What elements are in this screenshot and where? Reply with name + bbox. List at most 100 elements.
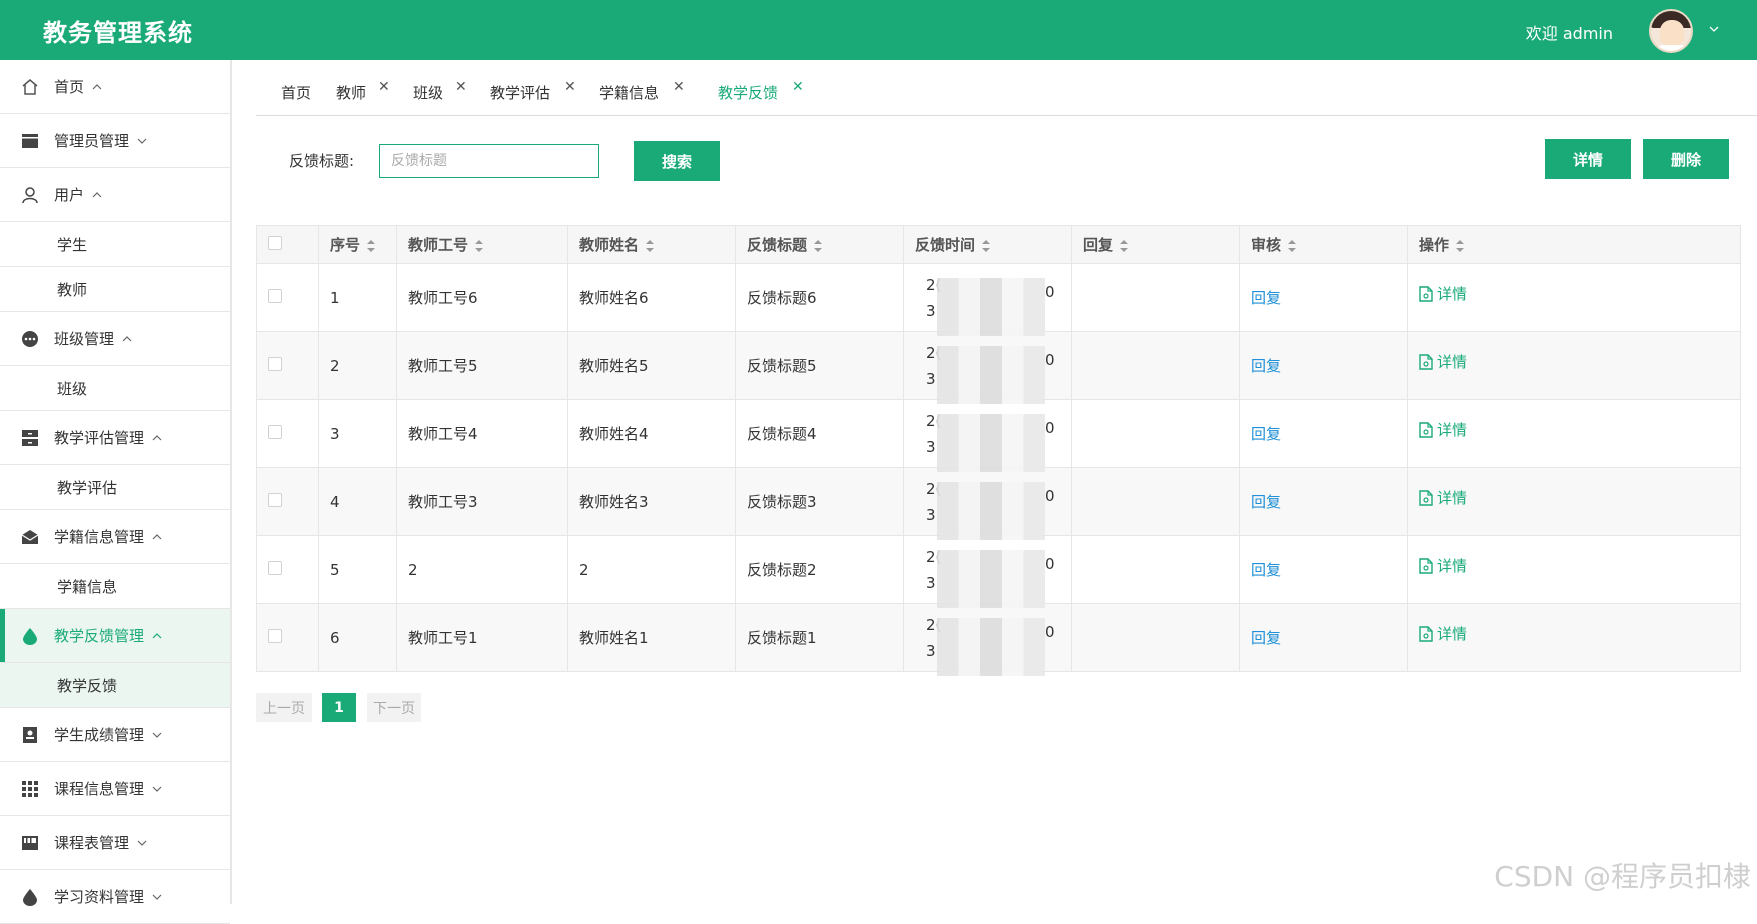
reply-link[interactable]: 回复 [1251,493,1281,511]
row-checkbox[interactable] [268,288,282,303]
sidebar-subitem-enrollment[interactable]: 学籍信息 [0,564,230,609]
search-label: 反馈标题: [289,152,355,170]
sidebar-item-label: 管理员管理 [54,132,130,150]
sidebar-subitem-class[interactable]: 班级 [0,366,230,411]
sort-icon[interactable] [1455,239,1465,253]
table-row[interactable]: 2 教师工号5 教师姓名5 反馈标题5 2(3 0 回复 详情 [256,331,1741,404]
table-row[interactable]: 5 2 2 反馈标题2 2(3 0 回复 详情 [256,535,1741,608]
sidebar-item-schedule[interactable]: 课程表管理 [0,816,230,870]
detail-link[interactable]: 详情 [1419,351,1467,372]
column-header[interactable]: 教师姓名 [567,225,736,264]
close-icon[interactable]: ✕ [792,79,804,95]
cell-operation: 详情 [1407,399,1741,468]
row-checkbox[interactable] [268,560,282,575]
sidebar-subitem-student[interactable]: 学生 [0,222,230,267]
prev-page-button[interactable]: 上一页 [256,693,312,722]
sort-icon[interactable] [813,239,823,253]
sort-icon[interactable] [1119,239,1129,253]
grid-icon [20,779,40,799]
table-row[interactable]: 1 教师工号6 教师姓名6 反馈标题6 2(3 0 回复 详情 [256,263,1741,336]
column-header[interactable]: 反馈时间 [903,225,1072,264]
tab-feedback[interactable]: 教学反馈 ✕ [718,79,804,104]
search-button[interactable]: 搜索 [634,141,720,181]
tab-class[interactable]: 班级 ✕ [413,79,467,104]
user-avatar[interactable] [1649,9,1693,53]
detail-link[interactable]: 详情 [1419,623,1467,644]
column-header[interactable]: 教师工号 [396,225,568,264]
sidebar-item-evaluation[interactable]: 教学评估管理 [0,411,230,465]
tab-evaluation[interactable]: 教学评估 ✕ [490,79,576,104]
sidebar-item-materials[interactable]: 学习资料管理 [0,870,230,924]
cell-title: 反馈标题3 [735,467,904,536]
sort-icon[interactable] [474,239,484,253]
cell-teacher-name: 教师姓名6 [567,263,736,332]
sort-icon[interactable] [1287,239,1297,253]
sort-icon[interactable] [981,239,991,253]
close-icon[interactable]: ✕ [455,79,467,95]
close-icon[interactable]: ✕ [673,79,685,95]
table-row[interactable]: 4 教师工号3 教师姓名3 反馈标题3 2(3 0 回复 详情 [256,467,1741,540]
column-header[interactable]: 反馈标题 [735,225,904,264]
sort-icon[interactable] [645,239,655,253]
reply-link[interactable]: 回复 [1251,289,1281,307]
reply-link[interactable]: 回复 [1251,357,1281,375]
detail-link[interactable]: 详情 [1419,283,1467,304]
cell-reply [1071,603,1240,672]
column-header[interactable]: 序号 [318,225,397,264]
sidebar-item-user[interactable]: 用户 [0,168,230,222]
search-input[interactable] [379,144,599,178]
cell-time: 2(3 0 [903,263,1072,336]
sidebar-item-label: 学籍信息管理 [54,528,145,546]
cell-audit: 回复 [1239,331,1408,400]
cell-time: 2(3 0 [903,603,1072,676]
next-page-button[interactable]: 下一页 [367,693,421,722]
reply-link[interactable]: 回复 [1251,629,1281,647]
redacted-mask [937,617,1045,676]
page-1-button[interactable]: 1 [322,693,356,722]
tab-teacher[interactable]: 教师 ✕ [336,79,390,104]
row-checkbox[interactable] [268,492,282,507]
delete-button[interactable]: 删除 [1643,139,1729,179]
cell-reply [1071,331,1240,400]
sidebar-item-enrollment[interactable]: 学籍信息管理 [0,510,230,564]
select-all-checkbox[interactable] [268,235,282,250]
tab-home[interactable]: 首页 [281,82,311,104]
chevron-down-icon[interactable] [1709,24,1719,34]
detail-link[interactable]: 详情 [1419,487,1467,508]
sidebar-item-feedback[interactable]: 教学反馈管理 [0,609,230,663]
sidebar-item-admin[interactable]: 管理员管理 [0,114,230,168]
admin-card-icon [20,131,40,151]
close-icon[interactable]: ✕ [378,79,390,95]
reply-link[interactable]: 回复 [1251,425,1281,443]
tab-enrollment[interactable]: 学籍信息 ✕ [599,79,685,104]
sidebar-item-courses[interactable]: 课程信息管理 [0,762,230,816]
row-select-cell [256,467,319,536]
time-part: 3 [926,301,936,320]
sort-icon[interactable] [366,239,376,253]
sidebar-subitem-teacher[interactable]: 教师 [0,267,230,312]
column-header[interactable]: 审核 [1239,225,1408,264]
time-part: 0 [1045,350,1055,369]
sidebar-item-class[interactable]: 班级管理 [0,312,230,366]
cell-reply [1071,535,1240,604]
detail-button[interactable]: 详情 [1545,139,1631,179]
close-icon[interactable]: ✕ [564,79,576,95]
column-header[interactable]: 回复 [1071,225,1240,264]
sidebar-subitem-evaluation[interactable]: 教学评估 [0,465,230,510]
sidebar-item-grades[interactable]: 学生成绩管理 [0,708,230,762]
sidebar: 首页 管理员管理 用户 学生 教师 班级管理 班级 教学评估管理 教学评估 学籍… [0,60,232,924]
cell-teacher-id: 教师工号1 [396,603,568,672]
detail-link[interactable]: 详情 [1419,419,1467,440]
table-row[interactable]: 6 教师工号1 教师姓名1 反馈标题1 2(3 0 回复 详情 [256,603,1741,676]
sidebar-item-home[interactable]: 首页 [0,60,230,114]
row-checkbox[interactable] [268,356,282,371]
cell-teacher-id: 2 [396,535,568,604]
table-row[interactable]: 3 教师工号4 教师姓名4 反馈标题4 2(3 0 回复 详情 [256,399,1741,472]
reply-link[interactable]: 回复 [1251,561,1281,579]
detail-link[interactable]: 详情 [1419,555,1467,576]
column-header[interactable]: 操作 [1407,225,1741,264]
cell-title: 反馈标题1 [735,603,904,672]
row-checkbox[interactable] [268,424,282,439]
row-checkbox[interactable] [268,628,282,643]
sidebar-subitem-feedback[interactable]: 教学反馈 [0,663,230,708]
